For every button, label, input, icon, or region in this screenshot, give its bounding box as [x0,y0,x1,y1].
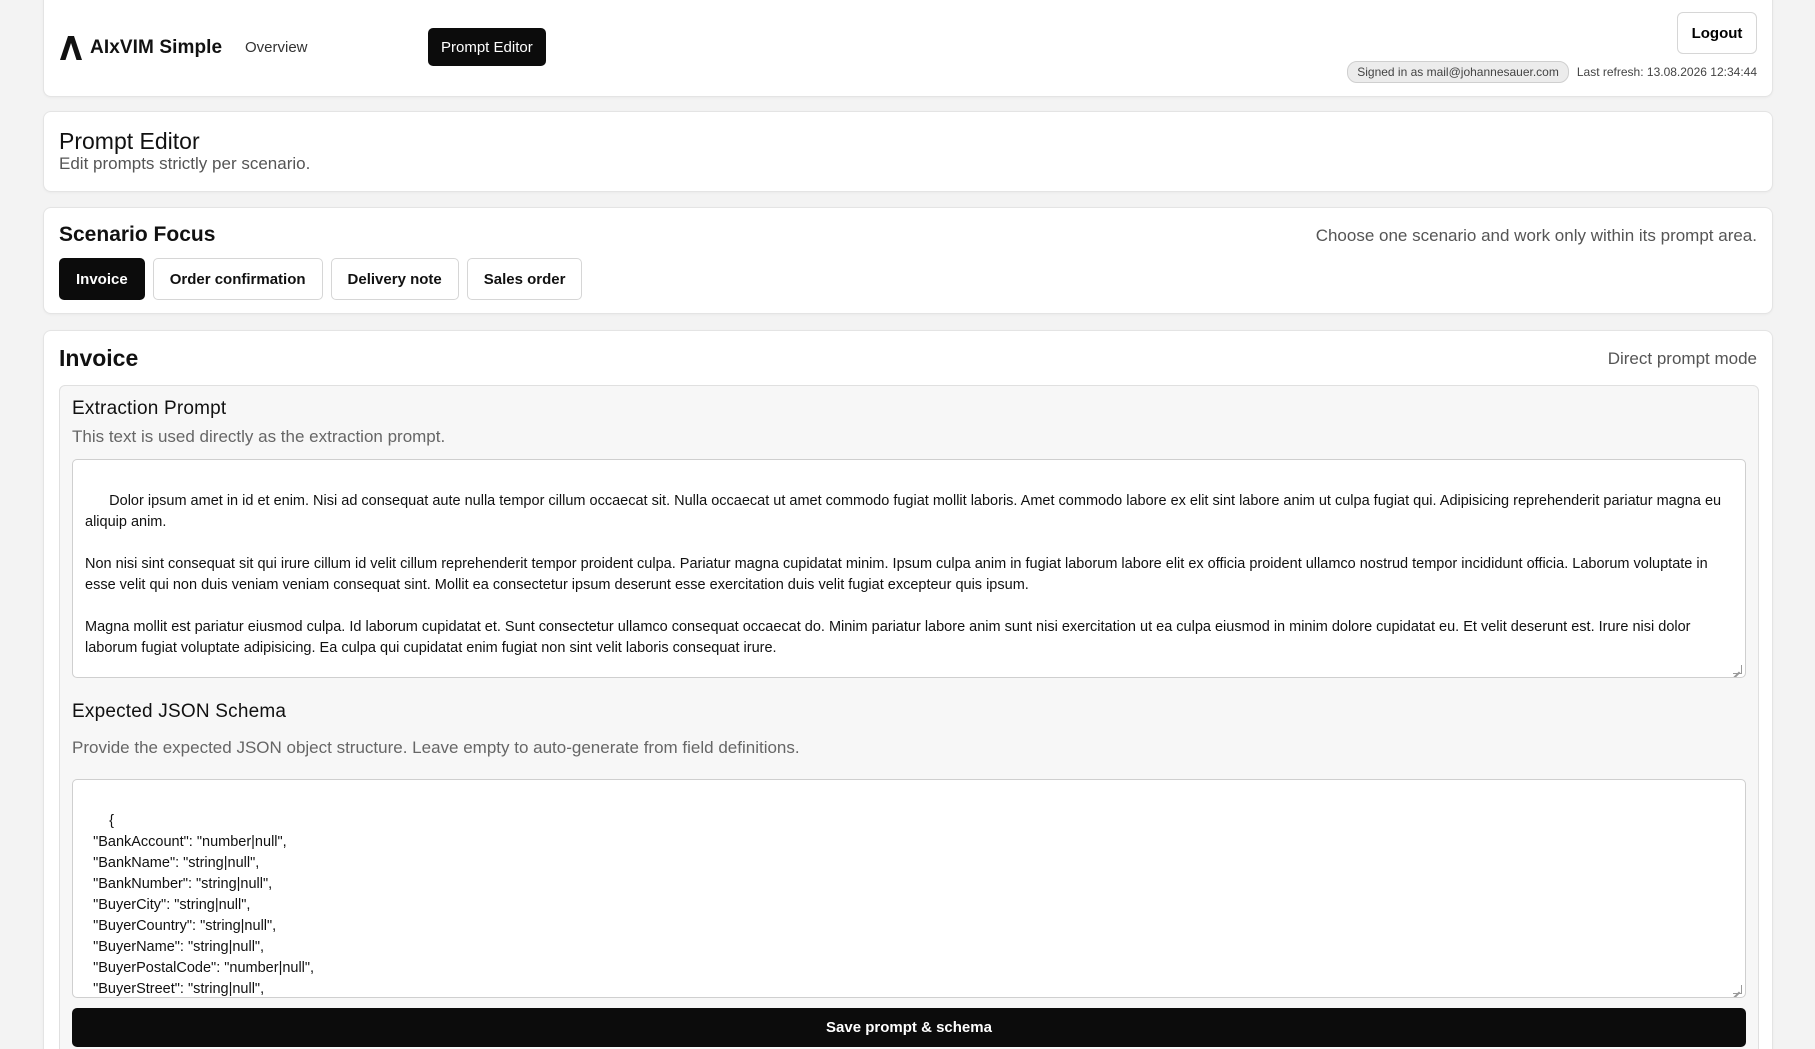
save-prompt-schema-button[interactable]: Save prompt & schema [72,1008,1746,1047]
page-subtitle: Edit prompts strictly per scenario. [59,154,311,173]
extraction-prompt-text: Dolor ipsum amet in id et enim. Nisi ad … [85,493,1722,656]
signed-in-badge: Signed in as mail@johannesauer.com [1347,61,1569,83]
expected-schema-text: { "BankAccount": "number|null", "BankNam… [93,813,315,997]
invoice-editor-card: Invoice Direct prompt mode Extraction Pr… [43,330,1773,1049]
editor-title: Invoice [59,345,139,371]
top-header: AIxVIM Simple Overview Prompt Editor Log… [43,0,1773,97]
scenario-focus-card: Scenario Focus Choose one scenario and w… [43,207,1773,314]
app-name: AIxVIM Simple [90,37,223,58]
scenario-tabs: Invoice Order confirmation Delivery note… [59,258,583,300]
nav-overview-link[interactable]: Overview [245,39,308,56]
extraction-prompt-textarea[interactable]: Dolor ipsum amet in id et enim. Nisi ad … [72,459,1746,678]
app-logo[interactable]: AIxVIM Simple [60,35,222,61]
scenario-focus-title: Scenario Focus [59,223,216,246]
prompt-mode-label: Direct prompt mode [1607,349,1757,368]
logo-a-icon [60,36,82,60]
expected-schema-heading: Expected JSON Schema [72,701,287,722]
nav-prompt-editor-button[interactable]: Prompt Editor [428,28,546,66]
scenario-focus-hint: Choose one scenario and work only within… [1315,226,1757,245]
page-title: Prompt Editor [59,128,200,154]
tab-sales-order[interactable]: Sales order [466,258,583,300]
page-title-card: Prompt Editor Edit prompts strictly per … [43,111,1773,192]
expected-schema-textarea[interactable]: { "BankAccount": "number|null", "BankNam… [72,779,1746,998]
resize-grip-icon[interactable] [1733,665,1742,674]
expected-schema-description: Provide the expected JSON object structu… [72,738,800,757]
header-meta: Signed in as mail@johannesauer.com Last … [1347,61,1757,83]
tab-delivery-note[interactable]: Delivery note [330,258,459,300]
resize-grip-icon[interactable] [1733,985,1742,994]
logout-button[interactable]: Logout [1677,12,1757,54]
tab-invoice[interactable]: Invoice [59,258,145,300]
extraction-prompt-description: This text is used directly as the extrac… [72,427,446,446]
tab-order-confirmation[interactable]: Order confirmation [152,258,323,300]
extraction-prompt-heading: Extraction Prompt [72,398,227,419]
last-refresh-text: Last refresh: 13.08.2026 12:34:44 [1576,65,1757,79]
editor-panel: Extraction Prompt This text is used dire… [59,385,1759,1049]
